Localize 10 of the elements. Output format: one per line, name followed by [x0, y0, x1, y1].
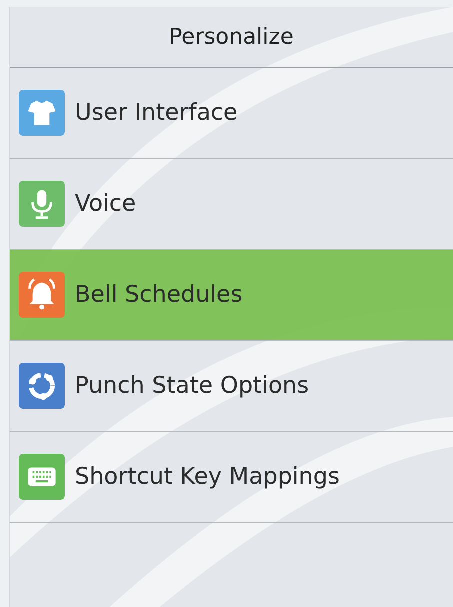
- shirt-icon: [19, 90, 65, 136]
- menu-item[interactable]: Shortcut Key Mappings: [10, 432, 453, 523]
- microphone-icon: [19, 181, 65, 227]
- menu-title: Personalize: [169, 24, 294, 50]
- menu-item[interactable]: Bell Schedules: [10, 250, 453, 341]
- menu-item[interactable]: Punch State Options: [10, 341, 453, 432]
- keyboard-icon: [19, 454, 65, 500]
- cycle-icon: [19, 363, 65, 409]
- bell-icon: [19, 272, 65, 318]
- menu-item[interactable]: User Interface: [10, 68, 453, 159]
